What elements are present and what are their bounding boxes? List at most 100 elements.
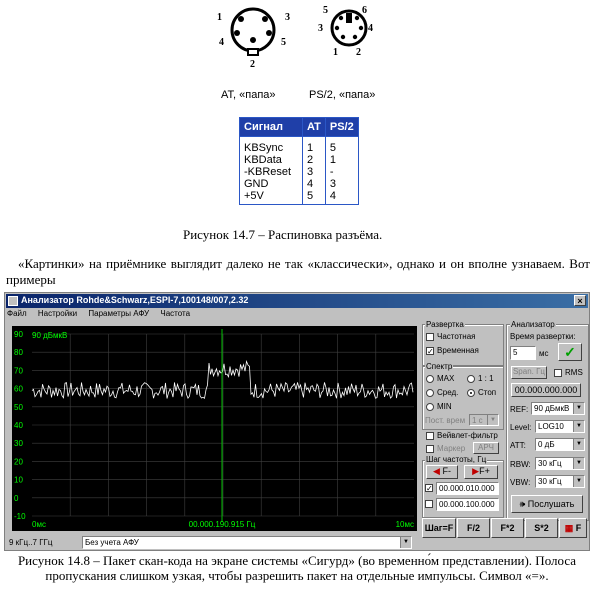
table-cell: - (324, 166, 359, 178)
table-cell: 3 (324, 178, 359, 190)
menu-file[interactable]: Файл (7, 309, 27, 318)
spectrum-plot-svg: 90 дБмкВ 80 70 60 50 40 30 20 10 0 -10 90 0мс 00.0… (14, 329, 414, 529)
y-tick-label: 70 (14, 366, 23, 375)
time-const-label: Пост. врем (425, 416, 466, 425)
rbw-select[interactable]: 30 кГц ▼ (535, 457, 585, 470)
rms-checkbox[interactable] (554, 369, 562, 377)
sweep-time-unit: мс (539, 349, 549, 358)
level-label: Level: (510, 423, 532, 432)
at-pin-1: 1 (217, 12, 222, 23)
table-cell: 4 (324, 190, 359, 205)
level-value: LOG10 (538, 422, 564, 431)
average-radio[interactable] (426, 389, 434, 397)
step-equals-f-button[interactable]: Шаг=F (422, 518, 456, 538)
listen-button[interactable]: 🕪 Послушать (511, 495, 583, 513)
min-radio[interactable] (426, 403, 434, 411)
ps2-pin-2: 2 (356, 47, 361, 58)
pin-table-header-at: AT (302, 117, 326, 137)
close-button[interactable]: × (574, 295, 586, 306)
ratio-label: 1 : 1 (478, 374, 494, 383)
ps2-pin-6: 6 (362, 5, 367, 16)
y-tick-label: 60 (14, 385, 23, 394)
att-value: 0 дБ (538, 440, 555, 449)
y-tick-label: -10 (14, 512, 26, 521)
vbw-select[interactable]: 30 кГц ▼ (535, 475, 585, 488)
ref-select[interactable]: 90 дБмкВ ▼ (531, 402, 585, 415)
ref-level-label: 90 дБмкВ (32, 331, 67, 340)
sweep-time-input[interactable]: 5 (510, 346, 536, 360)
x-left-label: 0мс (32, 520, 46, 529)
frequency-sweep-label: Частотная (437, 332, 476, 341)
ps2-connector-label: PS/2, «папа» (309, 89, 376, 101)
x-right-label: 10мс (396, 520, 414, 529)
menu-frequency[interactable]: Частота (160, 309, 190, 318)
step1-input[interactable]: 00.000.010.000 (436, 482, 499, 495)
sweep-group (422, 324, 504, 366)
ratio-radio[interactable] (467, 375, 475, 383)
min-label: MIN (437, 402, 452, 411)
app-icon (8, 296, 18, 306)
stop-radio[interactable] (467, 389, 475, 397)
table-cell: 4 (302, 178, 326, 190)
f-div-2-button[interactable]: F/2 (457, 518, 490, 538)
rbw-value: 30 кГц (538, 459, 562, 468)
level-select[interactable]: LOG10 ▼ (535, 420, 585, 433)
marker-checkbox[interactable] (426, 445, 434, 453)
table-cell: KBData (239, 154, 303, 166)
step2-input[interactable]: 00.000.100.000 (436, 498, 499, 511)
menu-antenna-params[interactable]: Параметры АФУ (88, 309, 149, 318)
freq-plus-button[interactable]: ▶F+ (464, 465, 498, 479)
freq-minus-label: F- (442, 466, 451, 476)
marker-label: Маркер (437, 444, 466, 453)
ps2-pin-5: 5 (323, 5, 328, 16)
ps2-pin-1: 1 (333, 47, 338, 58)
att-select[interactable]: 0 дБ ▼ (535, 438, 585, 451)
table-row: KBSync 1 5 (239, 136, 359, 154)
grid-icon: ▦ (564, 523, 574, 533)
speaker-icon: 🕪 (519, 499, 526, 509)
apply-check-button[interactable]: ✓ (558, 343, 582, 361)
analyzer-window: Анализатор Rohde&Schwarz,ESPI-7,100148/0… (4, 292, 590, 551)
y-tick-label: 20 (14, 457, 23, 466)
wavelet-checkbox[interactable] (426, 432, 434, 440)
freq-minus-button[interactable]: ◀ F- (426, 465, 458, 479)
chevron-down-icon: ▼ (487, 415, 498, 425)
antenna-value: Без учета АФУ (85, 538, 139, 547)
s-mul-2-button[interactable]: S*2 (525, 518, 558, 538)
table-row: KBData 2 1 (239, 154, 359, 166)
step2-checkbox[interactable] (425, 500, 433, 508)
y-tick-label: 30 (14, 439, 23, 448)
chevron-down-icon: ▼ (573, 439, 584, 450)
antenna-select[interactable]: Без учета АФУ ▼ (82, 536, 412, 549)
f-table-label: F (575, 523, 582, 533)
chevron-down-icon: ▼ (400, 537, 411, 548)
frequency-sweep-checkbox[interactable] (426, 333, 434, 341)
time-sweep-checkbox[interactable]: ✓ (426, 347, 434, 356)
table-cell: 1 (324, 154, 359, 166)
table-cell: 2 (302, 154, 326, 166)
time-const-select[interactable]: 1 с ▼ (469, 414, 499, 426)
menu-bar: Файл Настройки Параметры АФУ Частота (7, 309, 199, 321)
f-table-button[interactable]: ▦ F (559, 518, 587, 538)
rms-label: RMS (565, 368, 583, 377)
span-button[interactable]: Span. Гц (511, 366, 547, 379)
y-tick-label: 90 (14, 330, 23, 339)
f-mul-2-button[interactable]: F*2 (491, 518, 524, 538)
menu-settings[interactable]: Настройки (38, 309, 77, 318)
freq-step-group-title: Шаг частоты, Гц (425, 455, 488, 464)
chevron-down-icon: ▼ (573, 403, 584, 414)
table-row: -KBReset 3 - (239, 166, 359, 178)
max-label: MAX (437, 374, 455, 383)
max-radio[interactable] (426, 375, 434, 383)
vbw-label: VBW: (510, 478, 531, 487)
time-sweep-label: Временная (437, 346, 479, 355)
frequency-display-button[interactable]: 00.000.000.000 (511, 383, 581, 397)
afc-button[interactable]: АРЧ (473, 442, 499, 454)
step1-checkbox[interactable]: ✓ (425, 484, 433, 493)
at-pin-5: 5 (281, 37, 286, 48)
table-cell: KBSync (239, 136, 303, 154)
y-tick-label: 10 (14, 476, 23, 485)
y-tick-labels: 80 70 60 50 40 30 20 10 0 -10 90 (14, 330, 26, 521)
spectrum-plot[interactable]: 90 дБмкВ 80 70 60 50 40 30 20 10 0 -10 90 0мс 00.0… (12, 326, 417, 531)
pin-table-header: Сигнал AT PS/2 (239, 117, 359, 137)
